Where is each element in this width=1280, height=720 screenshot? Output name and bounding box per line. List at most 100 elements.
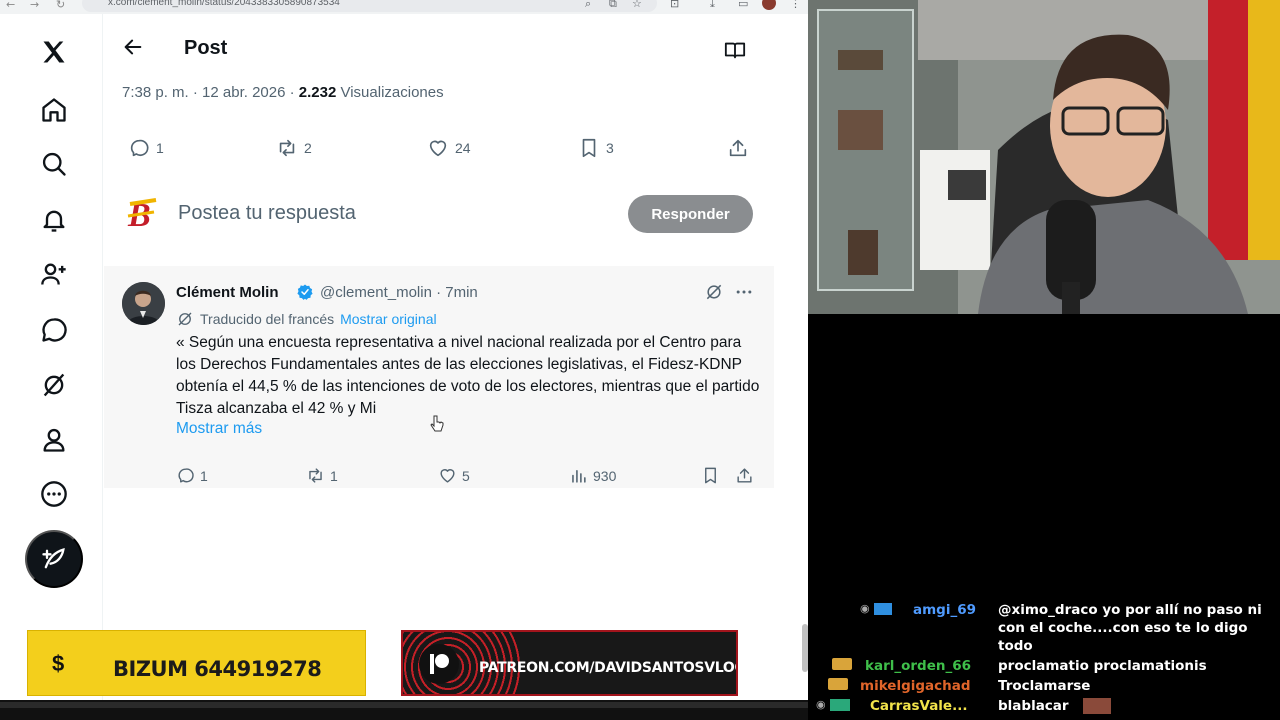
- star-icon[interactable]: ☆: [632, 0, 642, 10]
- forward-nav-icon[interactable]: →: [30, 0, 39, 11]
- hand-cursor-icon: [430, 415, 444, 432]
- tweet-like-action[interactable]: 5: [438, 466, 470, 485]
- home-icon[interactable]: [38, 94, 70, 126]
- live-chat-overlay: ◉ amgi_69 @ximo_draco yo por allí no pas…: [808, 314, 1280, 720]
- post-share-action[interactable]: [727, 137, 749, 159]
- grok-icon[interactable]: [38, 369, 70, 401]
- tweet-body: « Según una encuesta representativa a ni…: [176, 334, 760, 417]
- bookmark-icon: [582, 138, 596, 158]
- tweet-author-name[interactable]: Clément Molin: [176, 284, 279, 301]
- main-column: Post 7:38 p. m. · 12 abr. 2026 · 2.232 V…: [104, 14, 774, 700]
- post-repost-action[interactable]: 2: [276, 137, 312, 159]
- eye-badge-icon: ◉: [816, 699, 826, 711]
- eye-badge-icon: ◉: [860, 603, 870, 615]
- tweet-author-avatar[interactable]: [122, 282, 165, 325]
- patreon-banner: PATREON.COM/DAVIDSANTOSVLOG: [401, 630, 738, 696]
- translation-notice: Traducido del francés Mostrar original: [176, 310, 437, 328]
- chat-username: amgi_69: [913, 602, 977, 618]
- tweet-handle-time[interactable]: @clement_molin · 7min: [320, 284, 478, 301]
- emote-image: [1083, 698, 1111, 714]
- browser-profile-icon[interactable]: [762, 0, 776, 10]
- chat-badges-3: [828, 678, 848, 690]
- notifications-icon[interactable]: [38, 204, 70, 236]
- bookmark-icon: [705, 467, 716, 484]
- tweet-like-count: 5: [462, 467, 470, 484]
- show-more-link[interactable]: Mostrar más: [176, 420, 262, 438]
- views-chart-icon: [572, 469, 586, 483]
- chat-username: CarrasVale...: [870, 698, 968, 714]
- patreon-logo-icon: [419, 644, 459, 684]
- taskbar-strip: [0, 700, 808, 720]
- chat-badges-4: ◉: [816, 698, 850, 711]
- tweet-reply-action[interactable]: 1: [176, 466, 208, 485]
- x-logo-icon[interactable]: [38, 36, 70, 68]
- share-icon: [729, 139, 747, 157]
- user-avatar-logo: B: [127, 197, 157, 234]
- post-reply-action[interactable]: 1: [128, 137, 164, 159]
- translated-label: Traducido del francés: [200, 311, 335, 327]
- browser-toolbar: ← → ↻ x.com/clement_molin/status/2043383…: [0, 0, 808, 14]
- reply-tweet[interactable]: Clément Molin @clement_molin · 7min Trad…: [104, 266, 774, 488]
- tweet-reply-count: 1: [200, 467, 208, 484]
- compose-post-button[interactable]: [25, 530, 83, 588]
- page-title: Post: [184, 37, 228, 59]
- reply-submit-button[interactable]: Responder: [628, 195, 753, 233]
- download-icon[interactable]: ⤓: [710, 0, 715, 11]
- compose-icon: [42, 548, 65, 569]
- back-arrow-icon[interactable]: [122, 36, 144, 58]
- crown-badge-icon: [873, 602, 892, 615]
- verified-badge-icon: [297, 284, 313, 300]
- back-nav-icon[interactable]: ←: [6, 0, 15, 11]
- left-sidebar: [0, 14, 103, 700]
- tweet-views-action[interactable]: 930: [569, 466, 616, 485]
- post-view-count: 2.232: [298, 84, 337, 101]
- zoom-icon[interactable]: ⌕: [585, 0, 591, 11]
- reload-icon[interactable]: ↻: [56, 0, 65, 11]
- reply-icon: [178, 468, 194, 483]
- subscriber-badge-icon: [832, 658, 852, 670]
- post-bookmark-count: 3: [606, 140, 614, 156]
- post-like-count: 24: [455, 140, 471, 156]
- search-icon[interactable]: [38, 148, 70, 180]
- post-timestamp[interactable]: 7:38 p. m. · 12 abr. 2026 ·: [122, 84, 299, 101]
- browser-menu-icon[interactable]: ⋮: [790, 0, 801, 10]
- chat-message: proclamatio proclamationis: [998, 658, 1207, 674]
- reader-mode-icon[interactable]: [724, 39, 746, 61]
- reply-icon: [130, 139, 149, 157]
- extensions-icon[interactable]: ⊡: [670, 0, 679, 10]
- show-original-link[interactable]: Mostrar original: [340, 311, 436, 327]
- address-bar-url[interactable]: x.com/clement_molin/status/2043383305890…: [108, 0, 340, 8]
- post-repost-count: 2: [304, 140, 312, 156]
- post-bookmark-action[interactable]: 3: [578, 137, 614, 159]
- tweet-more-icon[interactable]: [734, 282, 754, 302]
- tweet-bookmark-action[interactable]: [701, 466, 720, 485]
- chat-message: Troclamarse: [998, 678, 1091, 694]
- chat-username: karl_orden_66: [865, 658, 972, 674]
- x-post-page: Post 7:38 p. m. · 12 abr. 2026 · 2.232 V…: [0, 14, 808, 700]
- vip-badge-icon: [829, 698, 850, 711]
- tweet-view-count: 930: [593, 467, 617, 484]
- grok-explain-icon[interactable]: [704, 282, 724, 302]
- tweet-repost-action[interactable]: 1: [306, 466, 338, 485]
- post-reply-count: 1: [156, 140, 164, 156]
- tweet-share-action[interactable]: [735, 466, 754, 485]
- repost-icon: [279, 139, 295, 157]
- post-metadata: 7:38 p. m. · 12 abr. 2026 · 2.232 Visual…: [122, 84, 444, 101]
- heart-icon: [429, 140, 447, 157]
- messages-icon[interactable]: [38, 314, 70, 346]
- sidebar-toggle-icon[interactable]: ▭: [738, 0, 748, 10]
- post-like-action[interactable]: 24: [427, 137, 471, 159]
- profile-icon[interactable]: [38, 424, 70, 456]
- tweet-repost-count: 1: [330, 467, 338, 484]
- more-icon[interactable]: [38, 478, 70, 510]
- dollar-icon: $: [52, 651, 65, 676]
- share-icon[interactable]: ⧉: [609, 0, 617, 11]
- streamer-webcam: [808, 0, 1280, 314]
- share-icon: [737, 468, 752, 483]
- translate-icon: [178, 312, 192, 326]
- follow-icon[interactable]: [38, 258, 70, 290]
- post-header: Post: [104, 14, 774, 74]
- reply-input[interactable]: [178, 202, 598, 225]
- bizum-banner-text: BIZUM 644919278: [113, 657, 322, 681]
- heart-icon: [440, 469, 455, 483]
